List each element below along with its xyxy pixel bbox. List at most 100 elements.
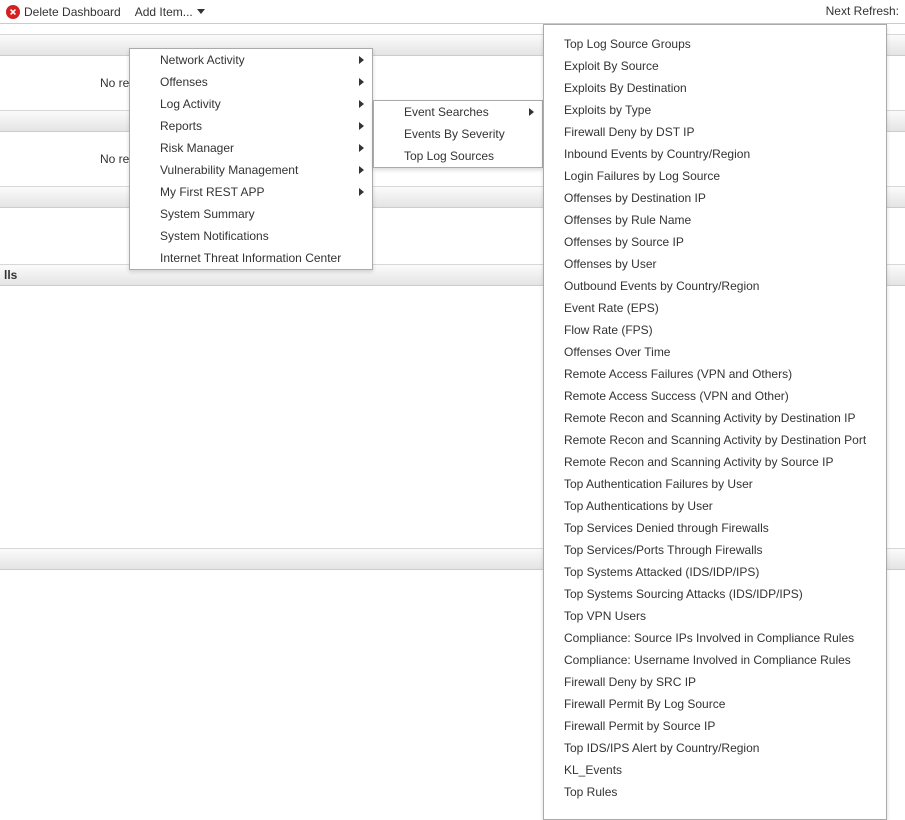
menu3-item-9[interactable]: Offenses by Source IP xyxy=(544,231,886,253)
menu-item-label: Event Searches xyxy=(404,105,489,119)
menu1-item-2[interactable]: Log Activity xyxy=(130,93,372,115)
menu-item-label: Top Systems Sourcing Attacks (IDS/IDP/IP… xyxy=(564,587,803,601)
menu1-item-3[interactable]: Reports xyxy=(130,115,372,137)
menu3-item-29[interactable]: Firewall Deny by SRC IP xyxy=(544,671,886,693)
menu-item-label: Offenses by Destination IP xyxy=(564,191,706,205)
event-searches-submenu[interactable]: Top Log Source GroupsExploit By SourceEx… xyxy=(543,24,887,820)
menu3-item-18[interactable]: Remote Recon and Scanning Activity by De… xyxy=(544,429,886,451)
menu3-item-16[interactable]: Remote Access Success (VPN and Other) xyxy=(544,385,886,407)
menu3-item-13[interactable]: Flow Rate (FPS) xyxy=(544,319,886,341)
next-refresh-label: Next Refresh: xyxy=(826,4,899,18)
menu3-item-20[interactable]: Top Authentication Failures by User xyxy=(544,473,886,495)
menu-item-label: Outbound Events by Country/Region xyxy=(564,279,759,293)
menu-item-label: Network Activity xyxy=(160,53,245,67)
menu-item-label: Firewall Permit by Source IP xyxy=(564,719,715,733)
menu3-item-11[interactable]: Outbound Events by Country/Region xyxy=(544,275,886,297)
chevron-right-icon xyxy=(359,100,364,108)
menu3-item-7[interactable]: Offenses by Destination IP xyxy=(544,187,886,209)
menu-item-label: Firewall Deny by DST IP xyxy=(564,125,694,139)
no-results-text: No res xyxy=(0,76,135,90)
chevron-right-icon xyxy=(359,78,364,86)
menu-item-label: System Notifications xyxy=(160,229,269,243)
menu1-item-4[interactable]: Risk Manager xyxy=(130,137,372,159)
menu3-item-2[interactable]: Exploits By Destination xyxy=(544,77,886,99)
menu3-item-21[interactable]: Top Authentications by User xyxy=(544,495,886,517)
menu-item-label: Compliance: Source IPs Involved in Compl… xyxy=(564,631,854,645)
menu3-item-1[interactable]: Exploit By Source xyxy=(544,55,886,77)
menu-item-label: Offenses by User xyxy=(564,257,656,271)
menu-item-label: Top VPN Users xyxy=(564,609,646,623)
menu-item-label: Top Log Sources xyxy=(404,149,494,163)
menu-item-label: Offenses xyxy=(160,75,208,89)
menu3-item-3[interactable]: Exploits by Type xyxy=(544,99,886,121)
menu-item-label: Remote Recon and Scanning Activity by De… xyxy=(564,411,856,425)
chevron-right-icon xyxy=(359,56,364,64)
add-item-button[interactable]: Add Item... xyxy=(135,5,205,19)
menu-item-label: My First REST APP xyxy=(160,185,264,199)
menu3-item-33[interactable]: KL_Events xyxy=(544,759,886,781)
menu-item-label: Top Services Denied through Firewalls xyxy=(564,521,769,535)
menu1-item-1[interactable]: Offenses xyxy=(130,71,372,93)
menu1-item-8[interactable]: System Notifications xyxy=(130,225,372,247)
menu3-item-14[interactable]: Offenses Over Time xyxy=(544,341,886,363)
menu2-item-0[interactable]: Event Searches xyxy=(374,101,542,123)
menu3-item-19[interactable]: Remote Recon and Scanning Activity by So… xyxy=(544,451,886,473)
menu3-item-5[interactable]: Inbound Events by Country/Region xyxy=(544,143,886,165)
content-area: No res No res lls Network ActivityOffens… xyxy=(0,24,905,800)
menu-item-label: Top Authentication Failures by User xyxy=(564,477,753,491)
menu1-item-9[interactable]: Internet Threat Information Center xyxy=(130,247,372,269)
menu1-item-5[interactable]: Vulnerability Management xyxy=(130,159,372,181)
add-item-label: Add Item... xyxy=(135,5,193,19)
menu-item-label: Top Services/Ports Through Firewalls xyxy=(564,543,763,557)
menu3-item-28[interactable]: Compliance: Username Involved in Complia… xyxy=(544,649,886,671)
menu3-item-8[interactable]: Offenses by Rule Name xyxy=(544,209,886,231)
menu-item-label: Internet Threat Information Center xyxy=(160,251,341,265)
menu-item-label: Event Rate (EPS) xyxy=(564,301,659,315)
toolbar: Delete Dashboard Add Item... Next Refres… xyxy=(0,0,905,24)
menu-item-label: Flow Rate (FPS) xyxy=(564,323,653,337)
menu1-item-6[interactable]: My First REST APP xyxy=(130,181,372,203)
menu-item-label: Firewall Deny by SRC IP xyxy=(564,675,696,689)
menu3-item-27[interactable]: Compliance: Source IPs Involved in Compl… xyxy=(544,627,886,649)
menu3-item-12[interactable]: Event Rate (EPS) xyxy=(544,297,886,319)
menu-item-label: Log Activity xyxy=(160,97,221,111)
menu3-item-0[interactable]: Top Log Source Groups xyxy=(544,33,886,55)
menu3-item-30[interactable]: Firewall Permit By Log Source xyxy=(544,693,886,715)
menu3-item-26[interactable]: Top VPN Users xyxy=(544,605,886,627)
menu-item-label: Remote Recon and Scanning Activity by So… xyxy=(564,455,833,469)
menu3-item-32[interactable]: Top IDS/IPS Alert by Country/Region xyxy=(544,737,886,759)
menu-item-label: Remote Access Failures (VPN and Others) xyxy=(564,367,792,381)
menu2-item-1[interactable]: Events By Severity xyxy=(374,123,542,145)
menu1-item-7[interactable]: System Summary xyxy=(130,203,372,225)
menu3-item-22[interactable]: Top Services Denied through Firewalls xyxy=(544,517,886,539)
menu3-item-31[interactable]: Firewall Permit by Source IP xyxy=(544,715,886,737)
panel-title-suffix: lls xyxy=(4,268,17,282)
menu3-item-23[interactable]: Top Services/Ports Through Firewalls xyxy=(544,539,886,561)
menu3-item-15[interactable]: Remote Access Failures (VPN and Others) xyxy=(544,363,886,385)
menu1-item-0[interactable]: Network Activity xyxy=(130,49,372,71)
menu-item-label: Reports xyxy=(160,119,202,133)
delete-icon xyxy=(6,5,20,19)
menu-item-label: Top Log Source Groups xyxy=(564,37,691,51)
menu-item-label: Top Authentications by User xyxy=(564,499,713,513)
dropdown-icon xyxy=(197,9,205,14)
menu-item-label: Compliance: Username Involved in Complia… xyxy=(564,653,851,667)
menu3-item-6[interactable]: Login Failures by Log Source xyxy=(544,165,886,187)
menu-item-label: Events By Severity xyxy=(404,127,505,141)
menu2-item-2[interactable]: Top Log Sources xyxy=(374,145,542,167)
menu3-item-17[interactable]: Remote Recon and Scanning Activity by De… xyxy=(544,407,886,429)
chevron-right-icon xyxy=(359,166,364,174)
menu-item-label: Login Failures by Log Source xyxy=(564,169,720,183)
menu-item-label: Offenses by Rule Name xyxy=(564,213,691,227)
menu3-item-10[interactable]: Offenses by User xyxy=(544,253,886,275)
menu-item-label: Top IDS/IPS Alert by Country/Region xyxy=(564,741,759,755)
menu3-item-25[interactable]: Top Systems Sourcing Attacks (IDS/IDP/IP… xyxy=(544,583,886,605)
chevron-right-icon xyxy=(359,188,364,196)
menu-item-label: KL_Events xyxy=(564,763,622,777)
menu3-item-4[interactable]: Firewall Deny by DST IP xyxy=(544,121,886,143)
menu-item-label: Remote Access Success (VPN and Other) xyxy=(564,389,789,403)
delete-dashboard-button[interactable]: Delete Dashboard xyxy=(6,5,121,19)
menu3-item-24[interactable]: Top Systems Attacked (IDS/IDP/IPS) xyxy=(544,561,886,583)
menu-item-label: Exploits by Type xyxy=(564,103,651,117)
submenu-item-cutoff[interactable] xyxy=(544,24,886,33)
